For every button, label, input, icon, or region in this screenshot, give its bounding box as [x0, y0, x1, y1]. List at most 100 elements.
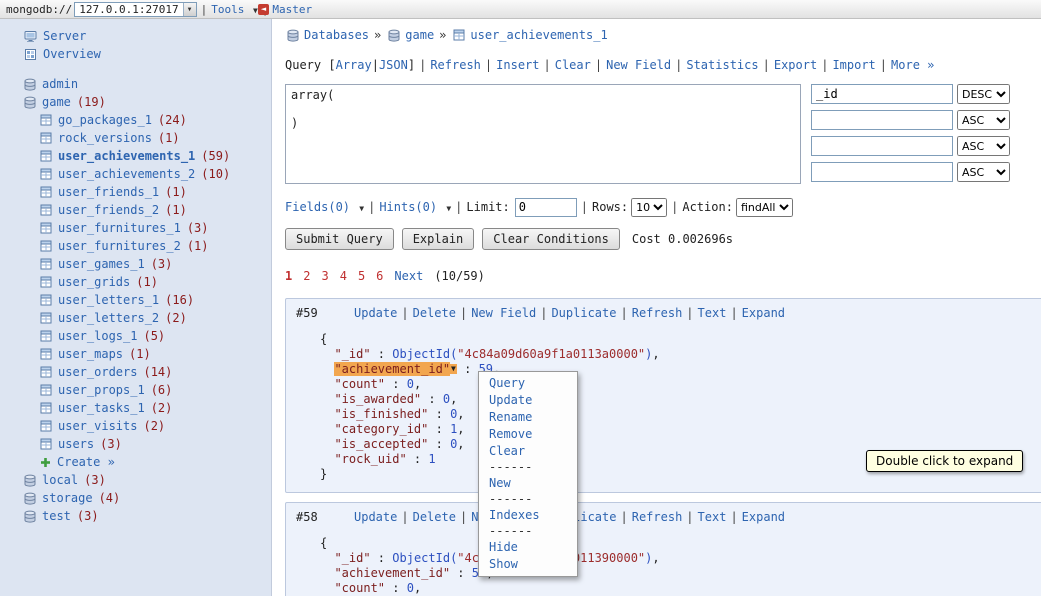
collection-link-user-letters-1[interactable]: user_letters_1: [58, 293, 159, 307]
sort-order-select-0[interactable]: DESCASC: [957, 84, 1010, 104]
collection-link-users[interactable]: users: [58, 437, 94, 451]
sort-field-input-3[interactable]: [811, 162, 953, 182]
collection-link-user-games-1[interactable]: user_games_1: [58, 257, 145, 271]
fields-toggle[interactable]: Fields(0) ▼: [285, 200, 364, 214]
next-page-link[interactable]: Next: [394, 269, 423, 283]
create-collection-link[interactable]: Create »: [57, 455, 115, 469]
json-field-is-accepted[interactable]: "is_accepted": [334, 437, 428, 451]
json-field-achievement-id[interactable]: "achievement_id": [334, 362, 450, 376]
collection-link-user-tasks-1[interactable]: user_tasks_1: [58, 401, 145, 415]
menu-refresh[interactable]: Refresh: [430, 58, 481, 72]
collection-link-user-orders[interactable]: user_orders: [58, 365, 137, 379]
context-item-remove[interactable]: Remove: [489, 427, 532, 441]
record-action-duplicate[interactable]: Duplicate: [551, 306, 616, 320]
context-item-hide[interactable]: Hide: [489, 540, 518, 554]
collection-link-user-grids[interactable]: user_grids: [58, 275, 130, 289]
page-link-1[interactable]: 1: [285, 269, 292, 283]
collection-link-user-friends-1[interactable]: user_friends_1: [58, 185, 159, 199]
context-item-new[interactable]: New: [489, 476, 511, 490]
record-action-text[interactable]: Text: [698, 306, 727, 320]
json-field-is-finished[interactable]: "is_finished": [334, 407, 428, 421]
page-link-6[interactable]: 6: [376, 269, 383, 283]
sort-order-select-1[interactable]: DESCASC: [957, 110, 1010, 130]
record-action-text[interactable]: Text: [698, 510, 727, 524]
record-action-delete[interactable]: Delete: [413, 510, 456, 524]
host-dropdown-icon[interactable]: ▼: [183, 3, 196, 16]
breadcrumb-databases[interactable]: Databases: [304, 28, 369, 42]
sidebar-link-overview[interactable]: Overview: [43, 47, 101, 61]
breadcrumb-user-achievements-1[interactable]: user_achievements_1: [470, 28, 607, 42]
json-field-achievement-id[interactable]: "achievement_id": [334, 566, 450, 580]
record-action-new-field[interactable]: New Field: [471, 306, 536, 320]
context-item-indexes[interactable]: Indexes: [489, 508, 540, 522]
submit-query-button[interactable]: Submit Query: [285, 228, 394, 250]
record-action-delete[interactable]: Delete: [413, 306, 456, 320]
view-json[interactable]: JSON: [379, 58, 408, 72]
field-dropdown-icon[interactable]: ▼: [450, 364, 457, 374]
page-link-4[interactable]: 4: [340, 269, 347, 283]
json-field-count[interactable]: "count": [334, 377, 385, 391]
sort-field-input-0[interactable]: [811, 84, 953, 104]
explain-button[interactable]: Explain: [402, 228, 475, 250]
context-item-query[interactable]: Query: [489, 376, 525, 390]
action-select[interactable]: findAll: [736, 198, 793, 217]
menu-statistics[interactable]: Statistics: [686, 58, 758, 72]
db-link-storage[interactable]: storage: [42, 491, 93, 505]
collection-link-rock-versions[interactable]: rock_versions: [58, 131, 152, 145]
page-link-3[interactable]: 3: [321, 269, 328, 283]
page-link-2[interactable]: 2: [303, 269, 310, 283]
collection-link-user-visits[interactable]: user_visits: [58, 419, 137, 433]
master-link[interactable]: Master: [272, 3, 312, 16]
record-action-update[interactable]: Update: [354, 306, 397, 320]
sidebar-link-server[interactable]: Server: [43, 29, 86, 43]
json-field-id[interactable]: "_id": [334, 347, 370, 361]
context-item-show[interactable]: Show: [489, 557, 518, 571]
record-document[interactable]: { "_id" : ObjectId("4c84a09d60a9f1a01139…: [320, 536, 1036, 596]
context-item-update[interactable]: Update: [489, 393, 532, 407]
json-field-category-id[interactable]: "category_id": [334, 422, 428, 436]
collection-link-user-furnitures-2[interactable]: user_furnitures_2: [58, 239, 181, 253]
breadcrumb-game[interactable]: game: [405, 28, 434, 42]
collection-link-user-logs-1[interactable]: user_logs_1: [58, 329, 137, 343]
json-field-id[interactable]: "_id": [334, 551, 370, 565]
menu-new-field[interactable]: New Field: [606, 58, 671, 72]
page-link-5[interactable]: 5: [358, 269, 365, 283]
record-action-refresh[interactable]: Refresh: [632, 306, 683, 320]
collection-link-user-furnitures-1[interactable]: user_furnitures_1: [58, 221, 181, 235]
collection-link-user-achievements-1[interactable]: user_achievements_1: [58, 149, 195, 163]
context-item-rename[interactable]: Rename: [489, 410, 532, 424]
record-action-refresh[interactable]: Refresh: [632, 510, 683, 524]
collection-link-user-friends-2[interactable]: user_friends_2: [58, 203, 159, 217]
limit-input[interactable]: [515, 198, 577, 217]
collection-link-user-props-1[interactable]: user_props_1: [58, 383, 145, 397]
collection-link-user-letters-2[interactable]: user_letters_2: [58, 311, 159, 325]
sort-field-input-1[interactable]: [811, 110, 953, 130]
json-field-is-awarded[interactable]: "is_awarded": [334, 392, 421, 406]
db-link-admin[interactable]: admin: [42, 77, 78, 91]
record-action-update[interactable]: Update: [354, 510, 397, 524]
collection-link-go-packages-1[interactable]: go_packages_1: [58, 113, 152, 127]
menu-import[interactable]: Import: [832, 58, 875, 72]
sort-field-input-2[interactable]: [811, 136, 953, 156]
clear-conditions-button[interactable]: Clear Conditions: [482, 228, 620, 250]
record-action-expand[interactable]: Expand: [742, 306, 785, 320]
rows-select[interactable]: 10: [631, 198, 667, 217]
tools-menu[interactable]: Tools ▼: [211, 3, 258, 16]
menu-clear[interactable]: Clear: [555, 58, 591, 72]
sort-order-select-2[interactable]: DESCASC: [957, 136, 1010, 156]
json-field-rock-uid[interactable]: "rock_uid": [334, 452, 406, 466]
sort-order-select-3[interactable]: DESCASC: [957, 162, 1010, 182]
hints-toggle[interactable]: Hints(0) ▼: [379, 200, 451, 214]
json-field-count[interactable]: "count": [334, 581, 385, 595]
collection-link-user-achievements-2[interactable]: user_achievements_2: [58, 167, 195, 181]
menu-export[interactable]: Export: [774, 58, 817, 72]
collection-link-user-maps[interactable]: user_maps: [58, 347, 123, 361]
view-array[interactable]: Array: [336, 58, 372, 72]
host-select[interactable]: 127.0.0.1:27017 ▼: [74, 2, 196, 17]
context-item-clear[interactable]: Clear: [489, 444, 525, 458]
db-link-game[interactable]: game: [42, 95, 71, 109]
menu-more[interactable]: More »: [891, 58, 934, 72]
record-action-expand[interactable]: Expand: [742, 510, 785, 524]
db-link-test[interactable]: test: [42, 509, 71, 523]
collapse-sidebar-icon[interactable]: ◄: [258, 4, 269, 15]
